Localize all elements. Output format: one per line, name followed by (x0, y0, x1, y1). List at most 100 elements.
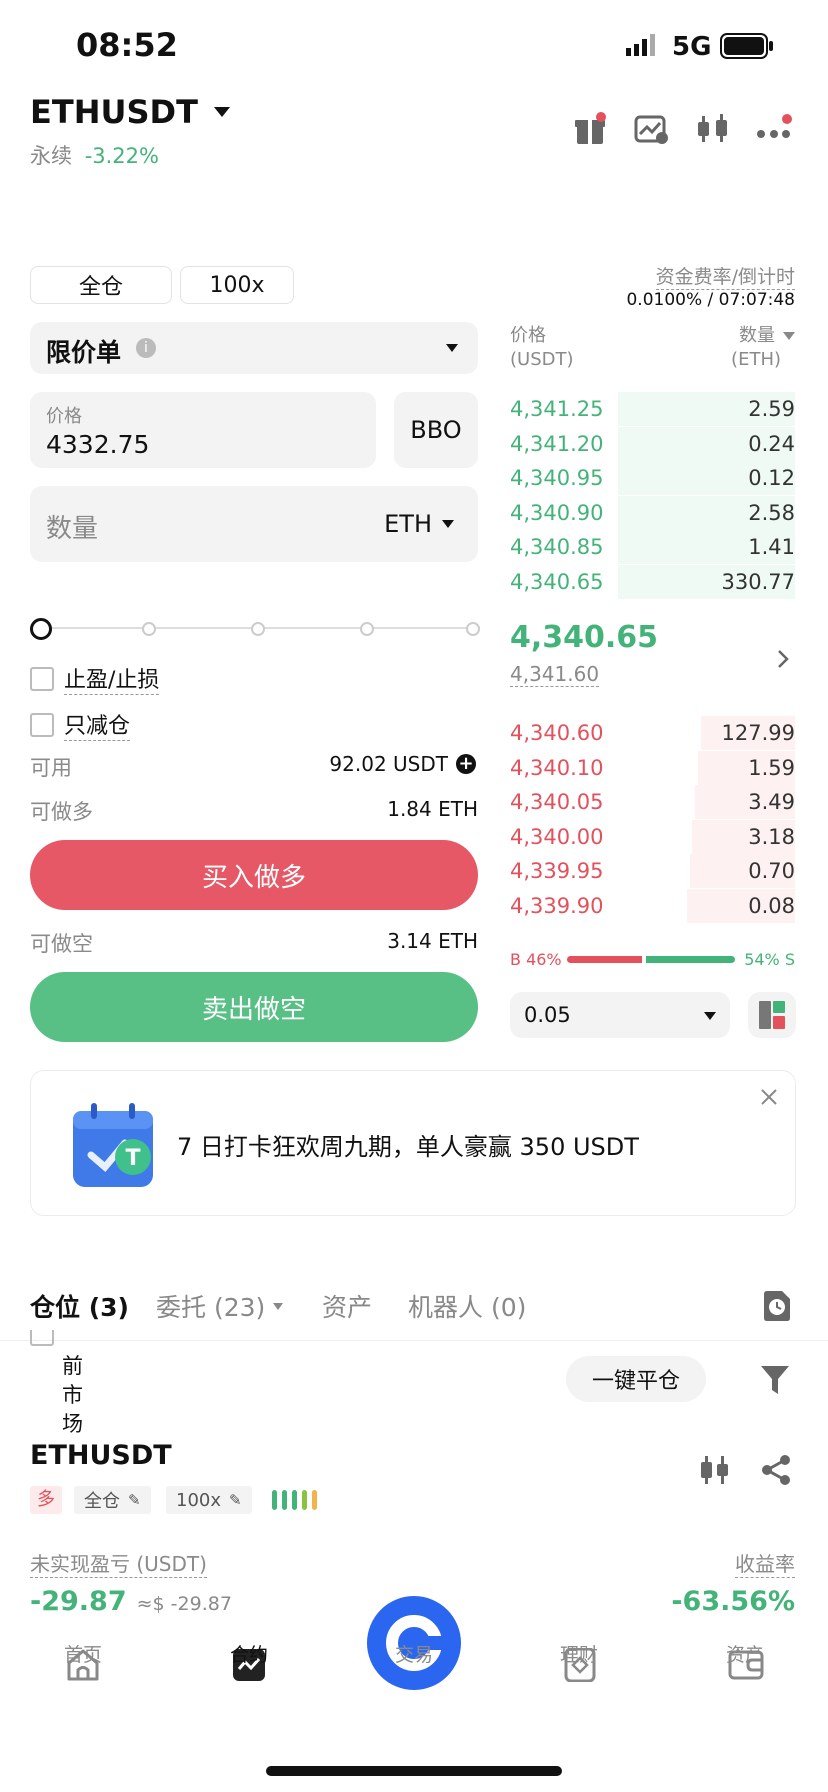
contract-info: 永续 -3.22% (30, 140, 159, 170)
tab-assets[interactable]: 资产 (322, 1288, 372, 1324)
tp-sl-checkbox[interactable] (30, 666, 54, 691)
reduce-only-checkbox[interactable] (30, 712, 54, 737)
can-short-value: 3.14 ETH (387, 929, 478, 953)
orderbook-price: 4,340.95 (510, 466, 604, 491)
orderbook-layout-button[interactable] (748, 992, 796, 1038)
orderbook-row[interactable]: 4,340.95 0.12 (510, 461, 795, 496)
network-label: 5G (672, 32, 712, 62)
buy-long-button[interactable]: 买入做多 (30, 840, 478, 910)
orderbook-row[interactable]: 4,341.25 2.59 (510, 392, 795, 426)
orderbook-price: 4,339.90 (510, 894, 604, 918)
sell-short-label: 卖出做空 (201, 994, 306, 1025)
tab-orders[interactable]: 委托 (23) (156, 1288, 284, 1324)
bbo-button[interactable]: BBO (394, 392, 478, 468)
slider-handle[interactable] (30, 618, 52, 640)
leverage-button[interactable]: 100x (180, 266, 294, 304)
sell-short-button[interactable]: 卖出做空 (30, 972, 478, 1042)
nav-home[interactable]: 首页 (28, 1640, 138, 1667)
nav-trade[interactable]: 交易 (359, 1640, 469, 1667)
orderbook-qty: 330.77 (721, 570, 795, 594)
home-indicator (266, 1766, 562, 1776)
current-market-checkbox[interactable] (30, 1330, 54, 1346)
transfer-plus-icon[interactable]: + (456, 754, 476, 774)
position-chart-icon[interactable] (700, 1454, 730, 1486)
quantity-unit-label: ETH (384, 510, 432, 538)
nav-futures[interactable]: 合约 (194, 1640, 304, 1667)
chart-edit-icon[interactable] (634, 114, 670, 146)
tab-positions[interactable]: 仓位 (3) (30, 1288, 129, 1324)
orderbook-qty: 0.08 (748, 894, 795, 918)
position-leverage-badge[interactable]: 100x ✎ (166, 1486, 252, 1514)
margin-mode-button[interactable]: 全仓 (30, 266, 172, 304)
tp-sl-checkbox-row[interactable]: 止盈/止损 (30, 662, 160, 695)
tab-bots[interactable]: 机器人 (0) (408, 1288, 526, 1324)
orderbook-row[interactable]: 4,340.85 1.41 (510, 530, 795, 565)
available-label: 可用 (30, 756, 72, 780)
chevron-right-icon[interactable] (776, 648, 790, 670)
quantity-input[interactable]: 数量 ETH (30, 486, 478, 562)
price-header-unit: (USDT) (510, 349, 574, 370)
orderbook-price: 4,340.00 (510, 824, 604, 849)
orderbook-qty-header[interactable]: 数量 (ETH) (731, 324, 795, 372)
status-time: 08:52 (76, 26, 178, 64)
slider-step[interactable] (251, 622, 265, 636)
order-type-select[interactable]: 限价单 i (30, 322, 478, 374)
funding-rate-label[interactable]: 资金费率/倒计时 (655, 262, 795, 290)
battery-icon (720, 33, 774, 59)
chevron-down-icon (446, 344, 458, 352)
caret-down-icon (213, 107, 230, 117)
qty-header-unit: (ETH) (731, 349, 781, 370)
banner-text: 7 日打卡狂欢周九期，单人豪赢 350 USDT (177, 1133, 639, 1161)
orderbook-row[interactable]: 4,340.00 3.18 (510, 819, 795, 854)
orderbook-row[interactable]: 4,341.20 0.24 (510, 426, 795, 461)
orderbook-row[interactable]: 4,340.60 127.99 (510, 716, 795, 750)
roe-value: -63.56% (671, 1586, 795, 1617)
orderbook-qty: 1.59 (748, 755, 795, 780)
bbo-label: BBO (410, 416, 462, 444)
orderbook-qty: 0.24 (748, 431, 795, 456)
orderbook-row[interactable]: 4,339.95 0.70 (510, 854, 795, 889)
close-icon[interactable] (759, 1087, 779, 1107)
orderbook-row[interactable]: 4,340.90 2.58 (510, 495, 795, 530)
close-all-button[interactable]: 一键平仓 (566, 1356, 706, 1402)
price-change: -3.22% (84, 144, 159, 168)
orderbook-row[interactable]: 4,340.10 1.59 (510, 750, 795, 785)
price-input-value: 4332.75 (46, 430, 150, 459)
info-icon[interactable]: i (136, 338, 156, 358)
chevron-down-icon (442, 520, 454, 528)
symbol-title[interactable]: ETHUSDT (30, 93, 230, 131)
nav-earn[interactable]: 理财 (524, 1640, 634, 1667)
calendar-icon: T (69, 1097, 165, 1193)
slider-step[interactable] (360, 622, 374, 636)
position-side-badge: 多 (30, 1486, 62, 1514)
orderbook-qty: 127.99 (721, 721, 795, 745)
gift-icon[interactable] (574, 112, 608, 146)
mark-price[interactable]: 4,341.60 (510, 662, 600, 687)
orderbook-price: 4,339.95 (510, 859, 604, 884)
orderbook-qty: 0.70 (748, 859, 795, 884)
candlestick-icon[interactable] (696, 112, 730, 146)
orderbook-qty: 3.18 (748, 824, 795, 849)
price-input[interactable]: 价格 4332.75 (30, 392, 376, 468)
slider-step[interactable] (466, 622, 480, 636)
orderbook-row[interactable]: 4,340.65 330.77 (510, 565, 795, 599)
edit-icon: ✎ (229, 1491, 242, 1509)
quantity-unit-select[interactable]: ETH (384, 510, 454, 538)
filter-icon[interactable] (760, 1364, 790, 1396)
orderbook-price: 4,340.85 (510, 535, 604, 560)
more-icon[interactable] (756, 112, 792, 144)
position-margin-badge[interactable]: 全仓 ✎ (74, 1486, 151, 1514)
history-icon[interactable] (762, 1290, 792, 1322)
promo-banner[interactable]: T 7 日打卡狂欢周九期，单人豪赢 350 USDT (30, 1070, 796, 1216)
orderbook-row[interactable]: 4,339.90 0.08 (510, 889, 795, 923)
nav-assets[interactable]: 资产 (690, 1640, 800, 1667)
position-symbol[interactable]: ETHUSDT (30, 1440, 172, 1471)
slider-step[interactable] (142, 622, 156, 636)
reduce-only-checkbox-row[interactable]: 只减仓 (30, 708, 131, 741)
signal-icon (626, 34, 656, 56)
pnl-row: -29.87 ≈$ -29.87 (30, 1586, 232, 1617)
quantity-slider[interactable] (30, 616, 480, 640)
orderbook-row[interactable]: 4,340.05 3.49 (510, 785, 795, 820)
precision-select[interactable]: 0.05 (510, 992, 730, 1038)
share-icon[interactable] (760, 1454, 792, 1486)
